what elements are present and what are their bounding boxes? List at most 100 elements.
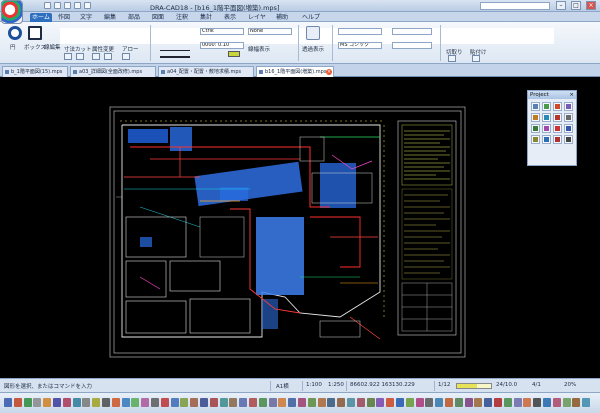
tab-aggregate[interactable]: 集計 [198,13,214,22]
toolbar-tool-icon[interactable] [445,398,453,407]
join-icon[interactable] [553,124,562,133]
toolbar-tool-icon[interactable] [72,398,81,407]
tab-edit[interactable]: 編集 [102,13,118,22]
arrow-tool-icon[interactable] [122,53,130,60]
toolbar-tool-icon[interactable] [523,398,532,407]
array-icon[interactable] [542,124,551,133]
toolbar-tool-icon[interactable] [190,398,199,407]
document-tab[interactable]: a04_配置・配置・敷地求積.mps [158,66,254,77]
toolbar-tool-icon[interactable] [23,398,32,407]
trim-icon[interactable] [542,113,551,122]
toolbar-tool-icon[interactable] [582,398,591,407]
status-scale-2[interactable]: 1:250 [328,382,344,388]
tab-help[interactable]: ヘルプ [300,13,322,22]
tab-sheet[interactable]: 図面 [150,13,166,22]
toolbar-tool-icon[interactable] [513,398,522,407]
status-scale[interactable]: 1:100 [306,382,322,388]
toolbar-tool-icon[interactable] [298,398,306,407]
toolbar-tool-icon[interactable] [396,398,404,407]
line-tool-icon[interactable] [64,53,72,60]
toolbar-tool-icon[interactable] [464,398,473,407]
status-zoom[interactable]: 1/12 [438,382,450,388]
toolbar-tool-icon[interactable] [170,398,179,407]
undo-icon[interactable] [74,2,81,9]
toolbar-tool-icon[interactable] [484,398,493,407]
toolbar-tool-icon[interactable] [160,398,169,407]
tab-home[interactable]: ホーム [30,13,52,22]
line-edit-label[interactable]: 線編集 [44,43,61,51]
toolbar-tool-icon[interactable] [239,398,248,407]
paste-icon[interactable] [472,55,480,62]
new-icon[interactable] [44,2,51,9]
tab-annotate[interactable]: 注釈 [174,13,190,22]
copy-icon[interactable] [542,102,551,111]
toolbar-tool-icon[interactable] [454,398,463,407]
toolbar-tool-icon[interactable] [209,398,218,407]
toolbar-tool-icon[interactable] [317,398,326,407]
toolbar-tool-icon[interactable] [425,398,434,407]
textsize-select[interactable] [392,28,432,35]
rotate-icon[interactable] [553,102,562,111]
text-icon[interactable] [553,135,562,144]
toolbar-tool-icon[interactable] [356,398,365,407]
circle-tool-icon[interactable] [8,26,22,40]
mirror-icon[interactable] [564,102,573,111]
toolbar-tool-icon[interactable] [92,398,101,407]
layer-manager-icon[interactable] [306,26,320,40]
toolbar-tool-icon[interactable] [180,398,189,407]
document-tab[interactable]: b_1階平面図(15).mps [2,66,68,77]
close-tab-icon[interactable]: × [326,69,332,75]
tab-view[interactable]: 表示 [222,13,238,22]
fillet-icon[interactable] [564,113,573,122]
width-select[interactable]: 0000: 0.10 [200,42,244,49]
dim-cut-label[interactable]: 寸法カット [64,45,92,53]
document-tab[interactable]: a03_詳細図(全面改修).mps [70,66,156,77]
document-tab-active[interactable]: b16_1階平面図(増築).mps × [256,66,334,77]
toolbar-tool-icon[interactable] [53,398,61,407]
extend-icon[interactable] [553,113,562,122]
toolbar-tool-icon[interactable] [533,398,542,407]
toolbar-tool-icon[interactable] [494,398,502,407]
toolbar-tool-icon[interactable] [347,398,355,407]
toolbar-tool-icon[interactable] [572,398,581,407]
toolbar-tool-icon[interactable] [474,398,483,407]
attr-change-label[interactable]: 属性変更 [92,45,114,53]
toolbar-tool-icon[interactable] [562,398,571,407]
scale-icon[interactable] [531,113,540,122]
toolbar-tool-icon[interactable] [337,398,346,407]
toolbar-tool-icon[interactable] [4,398,12,407]
toolbar-tool-icon[interactable] [366,398,375,407]
status-layer[interactable]: A1横 [276,382,289,390]
close-icon[interactable]: × [569,91,574,99]
project-panel[interactable]: Project × [527,90,577,166]
toolbar-tool-icon[interactable] [249,398,257,407]
save-icon[interactable] [64,2,71,9]
hatch-icon[interactable] [542,135,551,144]
move-icon[interactable] [531,102,540,111]
tab-draw[interactable]: 作図 [56,13,72,22]
offset-icon[interactable] [531,124,540,133]
arrow-label[interactable]: アロー [122,45,139,53]
toolbar-tool-icon[interactable] [405,398,414,407]
color-select[interactable]: Ctrlk [200,28,244,35]
toolbar-tool-icon[interactable] [503,398,512,407]
toolbar-tool-icon[interactable] [102,398,110,407]
minimize-button[interactable]: – [556,1,566,10]
open-icon[interactable] [54,2,61,9]
delete-icon[interactable] [564,135,573,144]
transparent-label[interactable]: 透過表示 [302,45,324,53]
toolbar-tool-icon[interactable] [200,398,208,407]
toolbar-tool-icon[interactable] [229,398,238,407]
toolbar-tool-icon[interactable] [111,398,120,407]
redo-icon[interactable] [84,2,91,9]
arc-tool-icon[interactable] [92,53,100,60]
font-select[interactable]: MS ゴシック [338,42,382,49]
toolbar-tool-icon[interactable] [288,398,297,407]
polyline-tool-icon[interactable] [76,53,84,60]
toolbar-tool-icon[interactable] [33,398,42,407]
toolbar-tool-icon[interactable] [307,398,316,407]
toolbar-tool-icon[interactable] [141,398,150,407]
toolbar-tool-icon[interactable] [219,398,228,407]
toolbar-tool-icon[interactable] [258,398,267,407]
toolbar-tool-icon[interactable] [435,398,444,407]
